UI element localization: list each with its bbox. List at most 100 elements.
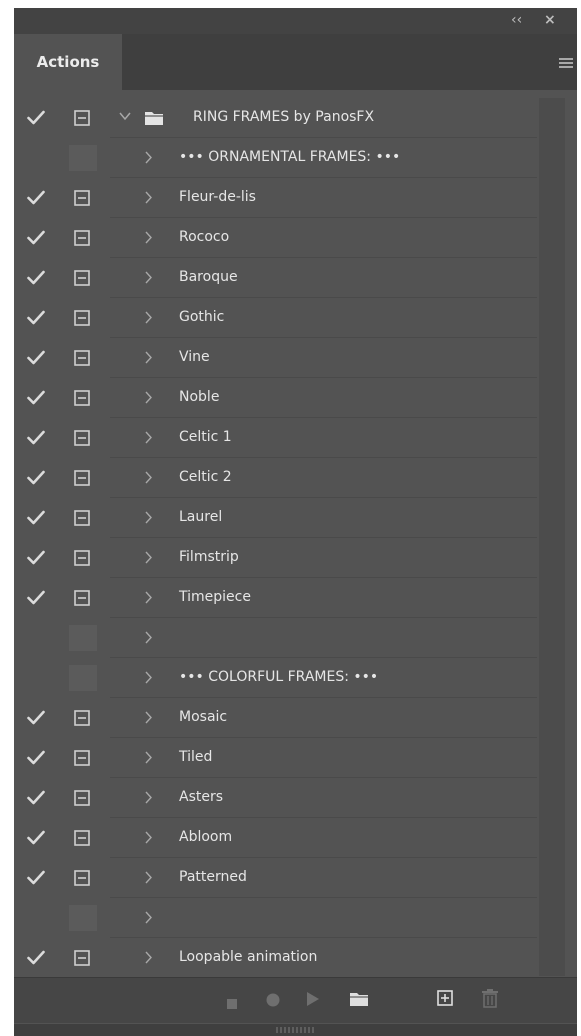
toggle-dialog-cell[interactable] <box>61 698 109 737</box>
action-name-cell[interactable]: Filmstrip <box>110 538 537 578</box>
chevron-right-icon[interactable] <box>145 911 153 924</box>
action-row[interactable]: Loopable animation <box>14 938 537 978</box>
toggle-dialog-cell[interactable] <box>61 578 109 617</box>
action-name-cell[interactable]: Timepiece <box>110 578 537 618</box>
toggle-dialog-cell[interactable] <box>61 138 109 177</box>
grip-handle-icon[interactable] <box>276 1027 316 1033</box>
action-row[interactable]: Rococo <box>14 218 537 258</box>
toggle-item-cell[interactable] <box>14 738 60 777</box>
action-name-cell[interactable]: Mosaic <box>110 698 537 738</box>
chevron-right-icon[interactable] <box>145 311 153 324</box>
action-name-cell[interactable]: ••• COLORFUL FRAMES: ••• <box>110 658 537 698</box>
action-row[interactable]: Patterned <box>14 858 537 898</box>
toggle-item-cell[interactable] <box>14 778 60 817</box>
toggle-item-cell[interactable] <box>14 218 60 257</box>
chevron-right-icon[interactable] <box>145 231 153 244</box>
chevron-right-icon[interactable] <box>145 391 153 404</box>
action-row[interactable] <box>14 618 537 658</box>
new-set-button[interactable] <box>349 992 369 1011</box>
toggle-dialog-cell[interactable] <box>61 258 109 297</box>
action-name-cell[interactable]: Asters <box>110 778 537 818</box>
action-row[interactable]: Filmstrip <box>14 538 537 578</box>
hamburger-menu-icon[interactable] <box>559 58 573 68</box>
toggle-item-cell[interactable] <box>14 538 60 577</box>
toggle-item-cell[interactable] <box>14 178 60 217</box>
action-row[interactable]: Gothic <box>14 298 537 338</box>
action-name-cell[interactable]: Celtic 1 <box>110 418 537 458</box>
chevron-right-icon[interactable] <box>145 791 153 804</box>
chevron-right-icon[interactable] <box>145 471 153 484</box>
toggle-item-cell[interactable] <box>14 658 60 697</box>
toggle-dialog-cell[interactable] <box>61 458 109 497</box>
toggle-item-cell[interactable] <box>14 578 60 617</box>
toggle-dialog-cell[interactable] <box>61 938 109 977</box>
toggle-dialog-cell[interactable] <box>61 498 109 537</box>
action-row[interactable]: Asters <box>14 778 537 818</box>
action-row[interactable]: ••• ORNAMENTAL FRAMES: ••• <box>14 138 537 178</box>
toggle-item-cell[interactable] <box>14 458 60 497</box>
toggle-dialog-cell[interactable] <box>61 98 109 137</box>
record-button[interactable] <box>266 992 280 1011</box>
toggle-dialog-cell[interactable] <box>61 418 109 457</box>
chevron-right-icon[interactable] <box>145 271 153 284</box>
toggle-dialog-cell[interactable] <box>61 298 109 337</box>
action-row[interactable]: Timepiece <box>14 578 537 618</box>
action-row[interactable]: Celtic 2 <box>14 458 537 498</box>
toggle-dialog-cell[interactable] <box>61 738 109 777</box>
new-action-button[interactable] <box>437 990 453 1010</box>
action-row[interactable]: Baroque <box>14 258 537 298</box>
toggle-item-cell[interactable] <box>14 818 60 857</box>
chevron-right-icon[interactable] <box>145 511 153 524</box>
toggle-item-cell[interactable] <box>14 618 60 657</box>
chevron-right-icon[interactable] <box>145 631 153 644</box>
scrollbar[interactable] <box>539 98 565 976</box>
resize-grip[interactable] <box>14 1024 577 1036</box>
toggle-dialog-cell[interactable] <box>61 338 109 377</box>
action-name-cell[interactable]: Rococo <box>110 218 537 258</box>
toggle-item-cell[interactable] <box>14 98 60 137</box>
toggle-dialog-cell[interactable] <box>61 538 109 577</box>
chevron-right-icon[interactable] <box>145 751 153 764</box>
action-set-row[interactable]: RING FRAMES by PanosFX <box>14 98 537 138</box>
action-row[interactable]: Abloom <box>14 818 537 858</box>
play-button[interactable] <box>306 991 320 1011</box>
stop-button[interactable] <box>227 994 237 1013</box>
chevron-right-icon[interactable] <box>145 151 153 164</box>
action-name-cell[interactable]: ••• ORNAMENTAL FRAMES: ••• <box>110 138 537 178</box>
toggle-item-cell[interactable] <box>14 258 60 297</box>
toggle-dialog-cell[interactable] <box>61 858 109 897</box>
chevron-right-icon[interactable] <box>145 351 153 364</box>
toggle-item-cell[interactable] <box>14 938 60 977</box>
action-row[interactable]: Vine <box>14 338 537 378</box>
action-name-cell[interactable]: Loopable animation <box>110 938 537 978</box>
chevron-right-icon[interactable] <box>145 191 153 204</box>
collapse-panel-icon[interactable]: ‹‹ <box>511 11 522 29</box>
toggle-dialog-cell[interactable] <box>61 658 109 697</box>
action-name-cell[interactable]: Noble <box>110 378 537 418</box>
toggle-dialog-cell[interactable] <box>61 218 109 257</box>
toggle-dialog-cell[interactable] <box>61 378 109 417</box>
toggle-item-cell[interactable] <box>14 898 60 937</box>
action-row[interactable] <box>14 898 537 938</box>
action-name-cell[interactable]: Baroque <box>110 258 537 298</box>
action-row[interactable]: Mosaic <box>14 698 537 738</box>
toggle-dialog-cell[interactable] <box>61 818 109 857</box>
delete-button[interactable] <box>482 989 498 1012</box>
action-name-cell[interactable]: Laurel <box>110 498 537 538</box>
action-set-name-cell[interactable]: RING FRAMES by PanosFX <box>110 98 537 138</box>
chevron-down-icon[interactable] <box>119 112 131 121</box>
action-name-cell[interactable]: Fleur-de-lis <box>110 178 537 218</box>
tab-actions[interactable]: Actions <box>14 34 122 90</box>
action-name-cell[interactable]: Patterned <box>110 858 537 898</box>
action-name-cell[interactable]: Gothic <box>110 298 537 338</box>
toggle-dialog-cell[interactable] <box>61 778 109 817</box>
toggle-dialog-cell[interactable] <box>61 618 109 657</box>
close-panel-icon[interactable]: × <box>544 11 556 29</box>
action-name-cell[interactable]: Celtic 2 <box>110 458 537 498</box>
toggle-item-cell[interactable] <box>14 138 60 177</box>
action-row[interactable]: ••• COLORFUL FRAMES: ••• <box>14 658 537 698</box>
toggle-item-cell[interactable] <box>14 498 60 537</box>
action-name-cell[interactable] <box>110 898 537 938</box>
toggle-item-cell[interactable] <box>14 298 60 337</box>
toggle-item-cell[interactable] <box>14 858 60 897</box>
